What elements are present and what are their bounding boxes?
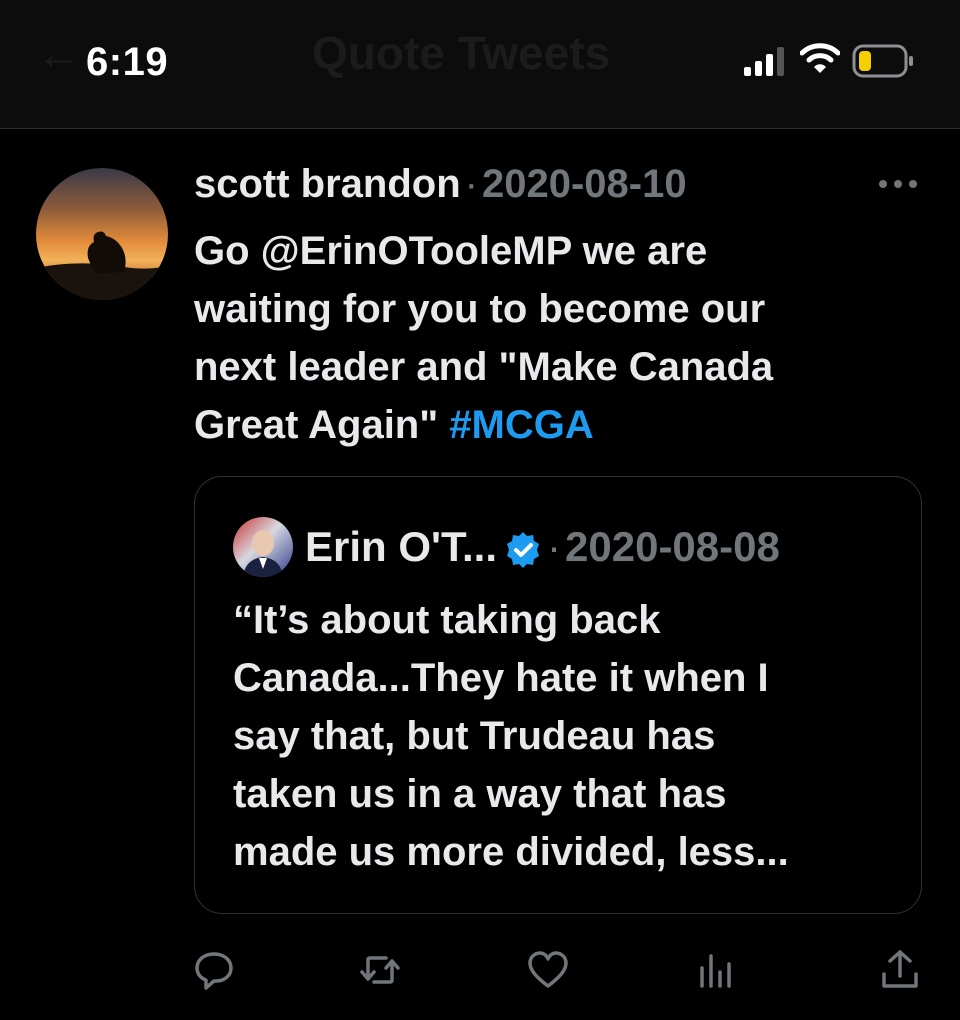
battery-icon [852, 44, 913, 78]
verified-badge-icon [507, 531, 540, 568]
status-bar: ← Quote Tweets 6:19 [0, 0, 960, 129]
quoted-text-line: made us more divided, less... [233, 830, 789, 874]
page-title: Quote Tweets [312, 27, 611, 79]
tweet-text-line: Great Again" [194, 403, 450, 447]
tweet-text-line: next leader and "Make Canada [194, 345, 774, 389]
portrait-image [243, 530, 283, 577]
status-time: 6:19 [86, 40, 169, 84]
author-name[interactable]: scott brandon [194, 162, 461, 206]
wifi-icon [800, 43, 840, 73]
retweet-icon[interactable] [358, 948, 402, 992]
quoted-tweet-card[interactable]: Erin O'T... ·2020-08-08 “It’s about taki… [194, 476, 922, 914]
quoted-text-line: “It’s about taking back [233, 598, 661, 642]
tweet-text: Go @ErinOTooleMP we are waiting for you … [194, 222, 894, 454]
quoted-tweet-text: “It’s about taking back Canada...They ha… [233, 591, 893, 881]
separator-dot: · [547, 523, 562, 570]
quoted-text-line: Canada...They hate it when I [233, 656, 769, 700]
quoted-text-line: say that, but Trudeau has [233, 714, 716, 758]
more-options-icon[interactable] [876, 172, 920, 196]
silhouette-image [36, 231, 168, 300]
tweet-text-line: waiting for you to become our [194, 287, 766, 331]
tweet-date[interactable]: 2020-08-10 [482, 162, 687, 206]
tweet-header: scott brandon · 2020-08-10 [194, 162, 687, 207]
like-icon[interactable] [526, 948, 570, 992]
cellular-signal-icon [744, 47, 784, 76]
views-icon[interactable] [694, 948, 738, 992]
hashtag-link[interactable]: #MCGA [449, 403, 593, 447]
share-icon[interactable] [878, 948, 922, 992]
quoted-author-name[interactable]: Erin O'T... [305, 523, 497, 570]
tweet-action-bar [0, 948, 960, 992]
separator-dot: · [464, 162, 478, 206]
quoted-text-line: taken us in a way that has [233, 772, 727, 816]
tweet-text-line: Go @ErinOTooleMP we are [194, 229, 708, 273]
quoted-avatar[interactable] [233, 517, 293, 577]
avatar[interactable] [36, 168, 168, 300]
tweet-text-line-last: Great Again" #MCGA [194, 396, 894, 454]
reply-icon[interactable] [192, 948, 236, 992]
back-arrow-icon[interactable]: ← [36, 26, 82, 80]
quoted-header: Erin O'T... ·2020-08-08 [305, 517, 780, 577]
quoted-tweet-date[interactable]: 2020-08-08 [565, 523, 780, 570]
